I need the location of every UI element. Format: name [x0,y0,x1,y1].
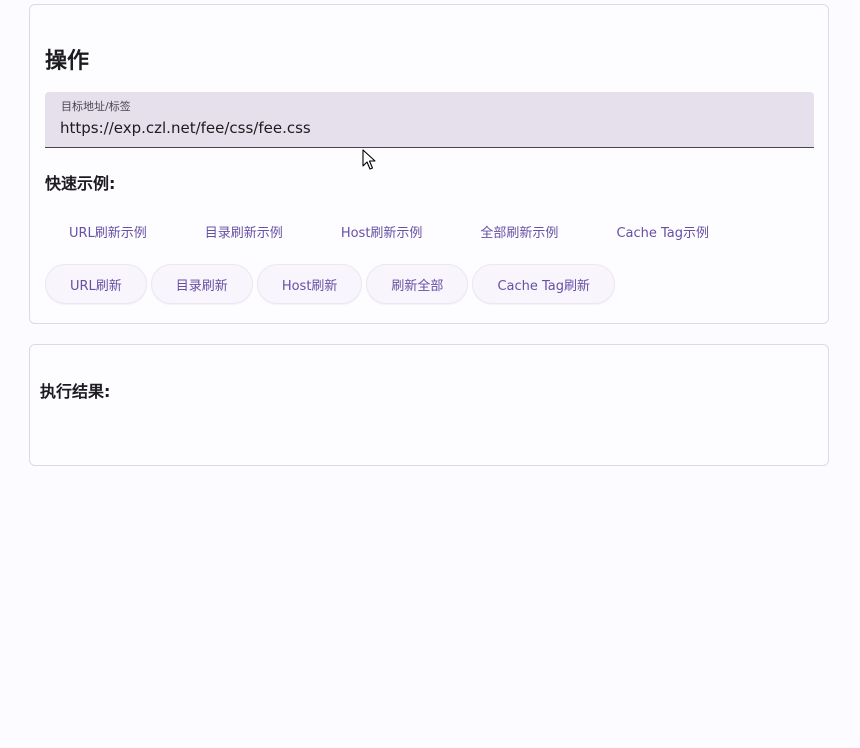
refresh-all-example-button[interactable]: 全部刷新示例 [456,213,582,249]
cache-tag-refresh-button[interactable]: Cache Tag刷新 [472,264,616,304]
target-field-label: 目标地址/标签 [61,100,131,113]
result-title: 执行结果: [40,382,111,401]
quick-examples-title: 快速示例: [45,174,116,193]
operations-title: 操作 [45,49,90,74]
examples-row: URL刷新示例 目录刷新示例 Host刷新示例 全部刷新示例 Cache Tag… [45,213,743,253]
operations-card: 操作 目标地址/标签 快速示例: URL刷新示例 目录刷新示例 Host刷新示例… [29,4,829,324]
result-card: 执行结果: [29,344,829,466]
url-refresh-button[interactable]: URL刷新 [45,264,147,304]
url-refresh-example-button[interactable]: URL刷新示例 [45,213,171,249]
result-content [40,407,810,455]
cache-tag-example-button[interactable]: Cache Tag示例 [592,213,733,249]
host-refresh-button[interactable]: Host刷新 [256,264,363,304]
target-field[interactable]: 目标地址/标签 [45,92,814,148]
host-refresh-example-button[interactable]: Host刷新示例 [317,213,447,249]
target-input[interactable] [60,116,800,140]
directory-refresh-example-button[interactable]: 目录刷新示例 [181,213,307,249]
mouse-pointer-icon [362,149,376,170]
actions-row: URL刷新 目录刷新 Host刷新 刷新全部 Cache Tag刷新 [45,264,619,304]
refresh-all-button[interactable]: 刷新全部 [366,264,469,304]
directory-refresh-button[interactable]: 目录刷新 [150,264,253,304]
